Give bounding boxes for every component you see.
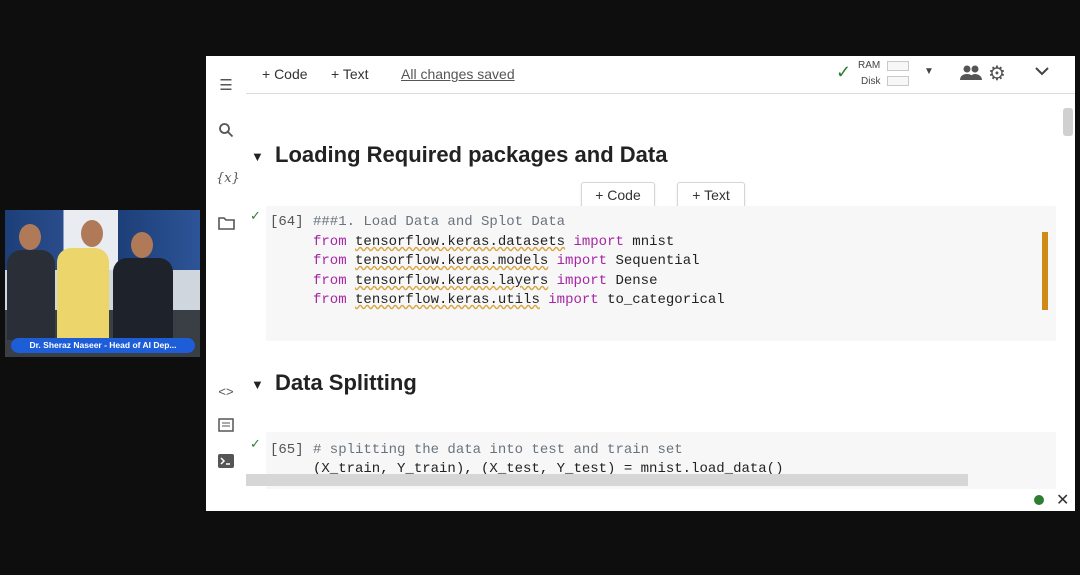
code-line: from tensorflow.keras.datasets import mn… [313, 234, 675, 250]
terminal-icon[interactable] [216, 454, 236, 474]
presenter-1-head [19, 224, 41, 250]
presenter-3 [113, 258, 173, 340]
gear-icon[interactable]: ⚙ [988, 61, 1006, 86]
save-status-link[interactable]: All changes saved [401, 66, 515, 82]
presenter-2-head [81, 220, 103, 247]
code-line: from tensorflow.keras.layers import Dens… [313, 273, 658, 289]
toolbar: + Code + Text All changes saved ✓ RAM Di… [246, 56, 1075, 94]
variables-icon[interactable]: {x} [216, 169, 240, 189]
left-sidebar: ☰ {x} <> [206, 56, 247, 511]
disk-label: Disk [861, 76, 881, 87]
presenter-3-head [131, 232, 153, 258]
command-palette-icon[interactable] [216, 418, 236, 438]
add-text-button[interactable]: + Text [331, 66, 369, 82]
presenter-1 [7, 250, 55, 340]
presenter-2 [57, 248, 109, 340]
code-line: ###1. Load Data and Splot Data [313, 214, 566, 230]
insert-code-button[interactable]: + Code [581, 182, 655, 208]
menu-icon[interactable]: ☰ [216, 76, 236, 96]
code-line: from tensorflow.keras.utils import to_ca… [313, 292, 725, 308]
code-snippets-icon[interactable]: <> [216, 382, 236, 402]
notebook-content: ▼ Loading Required packages and Data + C… [246, 94, 1064, 489]
caret-down-icon[interactable]: ▼ [924, 66, 934, 77]
disk-meter[interactable] [887, 76, 909, 86]
check-icon: ✓ [836, 62, 852, 82]
cell-focus-bar [1042, 232, 1048, 310]
section-heading-2: Data Splitting [275, 370, 417, 395]
section-heading-1: Loading Required packages and Data [275, 142, 668, 167]
code-cell-64[interactable]: [64] ###1. Load Data and Splot Data from… [266, 206, 1056, 341]
execution-count: [64] [270, 214, 304, 230]
horizontal-scrollbar[interactable] [246, 474, 968, 486]
colab-window: ☰ {x} <> + Code + Text All changes saved… [206, 56, 1075, 511]
execution-count: [65] [270, 442, 304, 458]
presenter-video: Dr. Sheraz Naseer - Head of AI Dep... [5, 210, 200, 357]
close-icon[interactable]: ✕ [1056, 490, 1069, 510]
search-icon[interactable] [216, 122, 236, 142]
check-icon: ✓ [250, 436, 261, 451]
folder-icon[interactable] [216, 216, 236, 236]
section-collapse-caret[interactable]: ▼ [251, 149, 264, 164]
status-bar: ✕ [246, 489, 1075, 511]
ram-meter[interactable] [887, 61, 909, 71]
code-line: # splitting the data into test and train… [313, 442, 683, 458]
presenter-caption: Dr. Sheraz Naseer - Head of AI Dep... [11, 338, 195, 353]
insert-text-button[interactable]: + Text [677, 182, 745, 208]
ram-label: RAM [858, 60, 881, 71]
section-collapse-caret[interactable]: ▼ [251, 377, 264, 392]
code-line: from tensorflow.keras.models import Sequ… [313, 253, 700, 269]
connection-status-dot [1034, 495, 1044, 505]
add-code-button[interactable]: + Code [262, 66, 308, 82]
check-icon: ✓ [250, 208, 261, 223]
people-icon[interactable] [960, 64, 982, 87]
vertical-scrollbar[interactable] [1063, 108, 1073, 136]
chevron-down-icon[interactable] [1034, 64, 1050, 83]
